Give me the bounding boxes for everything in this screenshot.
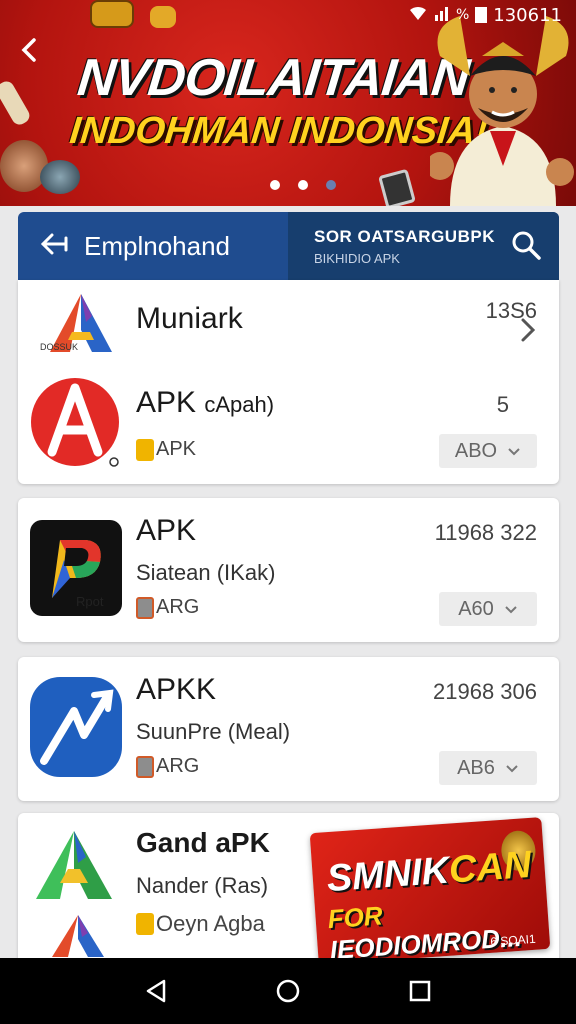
app-tag: ARG <box>136 596 199 619</box>
app-name: APK <box>136 514 197 547</box>
app-card[interactable]: Rpot APK Siatean (IKak) ARG 11968 322 A6… <box>18 498 559 642</box>
gift-icon <box>136 913 154 935</box>
banner-subtitle: INDOHMAN INDONSIA! <box>67 110 491 152</box>
bottle-decoration <box>0 78 33 128</box>
app-header: Emplnohand SOR OATSARGUBPK BIKHIDIO APK <box>18 212 559 280</box>
wifi-icon <box>408 5 428 26</box>
back-icon[interactable] <box>40 230 68 263</box>
a-red-circle-logo-icon <box>31 378 119 467</box>
app-card[interactable]: DOSSUK Muniark 13S6 APK cApah) APK 5 ABO <box>18 280 559 484</box>
carousel-indicator <box>0 180 576 190</box>
battery-percent-icon: % <box>455 7 470 23</box>
carousel-dot[interactable] <box>326 180 336 190</box>
a-triangle-logo-icon <box>52 915 104 957</box>
signal-icon <box>434 5 450 26</box>
app-card[interactable]: APKK SuunPre (Meal) ARG 21968 306 AB6 <box>18 657 559 801</box>
app-name-suffix: cApah) <box>204 392 275 417</box>
promo-banner[interactable]: % 130611 NVDOILAITAIAN INDOHMAN INDONSIA… <box>0 0 576 206</box>
app-tag: APK <box>136 438 196 461</box>
app-tag: Oeyn Agba <box>136 911 265 937</box>
app-count: 5 <box>496 392 509 417</box>
app-name: Muniark <box>136 302 243 335</box>
search-bar[interactable]: SOR OATSARGUBPK BIKHIDIO APK <box>288 212 559 280</box>
app-tag: ARG <box>136 755 199 778</box>
app-name: APK cApah) <box>136 386 275 419</box>
battery-icon <box>475 7 488 23</box>
app-subtitle: Nander (Ras) <box>136 873 269 898</box>
status-time: 130611 <box>493 4 562 26</box>
carousel-dot-active[interactable] <box>298 180 308 190</box>
app-card[interactable]: Gand aPK Nander (Ras) Oeyn Agba SMNIKCAN… <box>18 813 559 973</box>
version-dropdown[interactable]: AB6 <box>439 751 537 785</box>
promo-ad[interactable]: SMNIKCAN FOR IEODIOMROD... 6 SOAI1 <box>309 817 551 965</box>
app-name: APKK <box>136 673 217 706</box>
banner-title: NVDOILAITAIAN <box>74 49 472 107</box>
search-label: SOR OATSARGUBPK <box>314 226 495 246</box>
app-count: 21968 306 <box>433 679 537 704</box>
system-nav-bar <box>0 958 576 1024</box>
app-count: 11968 322 <box>434 520 537 545</box>
app-subtitle: SuunPre (Meal) <box>136 719 291 744</box>
icon-caption: DOSSUK <box>40 342 79 352</box>
app-name: Gand aPK <box>136 827 270 858</box>
file-icon <box>136 596 154 619</box>
status-bar: % 130611 <box>0 0 576 30</box>
nav-back-icon[interactable] <box>136 971 176 1011</box>
app-subtitle: Siatean (IKak) <box>136 560 276 585</box>
version-dropdown[interactable]: A60 <box>439 592 537 626</box>
nav-home-icon[interactable] <box>268 971 308 1011</box>
icon-caption: Rpot <box>76 594 104 609</box>
promo-subheadline: FOR IEODIOMROD... <box>326 900 523 965</box>
mascot-illustration <box>430 16 574 206</box>
chevron-down-icon <box>505 759 519 778</box>
file-icon <box>136 755 154 778</box>
blue-arrow-logo-icon <box>30 677 122 777</box>
search-icon[interactable] <box>511 230 541 260</box>
nav-recents-icon[interactable] <box>400 971 440 1011</box>
file-icon <box>136 438 154 461</box>
green-triangle-logo-icon <box>36 831 112 899</box>
chevron-right-icon[interactable] <box>519 316 537 351</box>
header-title: Emplnohand <box>84 230 230 261</box>
header-left: Emplnohand <box>18 212 288 280</box>
carousel-dot[interactable] <box>270 180 280 190</box>
search-sublabel: BIKHIDIO APK <box>314 250 400 266</box>
version-dropdown[interactable]: ABO <box>439 434 537 468</box>
back-arrow-icon[interactable] <box>16 36 44 64</box>
chevron-down-icon <box>504 600 518 619</box>
chevron-down-icon <box>507 442 521 461</box>
